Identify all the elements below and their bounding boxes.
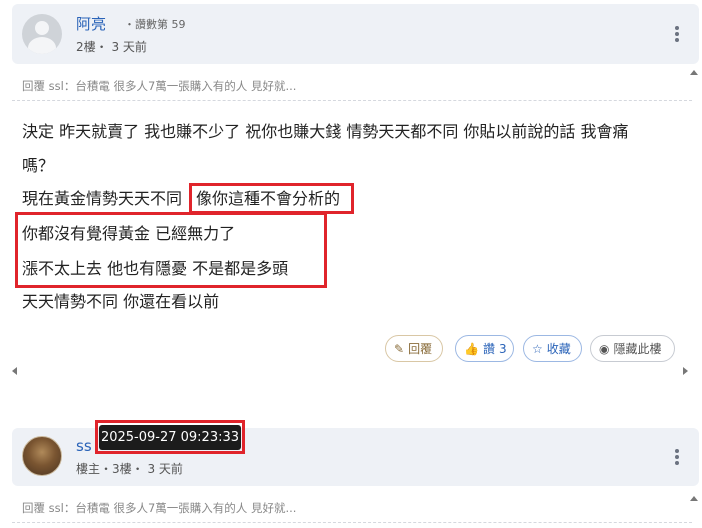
avatar-placeholder-icon [35,21,49,35]
scroll-up-arrow[interactable] [690,70,698,75]
divider [12,522,692,523]
post-meta: 2樓・ 3 天前 [76,40,147,54]
post-action-bar: ✎ 回覆 👍 讚 3 ☆ 收藏 ◉ 隱藏此樓 [0,335,702,363]
post-body-line: 漲不太上去 他也有隱憂 不是都是多頭 [22,259,289,278]
post-body-text-highlighted: 像你這種不會分析的 [196,189,341,208]
like-button[interactable]: 👍 讚 3 [455,335,514,362]
divider [12,100,692,101]
star-icon: ☆ [532,341,543,356]
post-body-line: 你都沒有覺得黃金 已經無力了 [22,224,236,243]
scroll-left-arrow[interactable] [12,367,17,375]
timestamp-tooltip: 2025-09-27 09:23:33 [99,425,241,450]
username[interactable]: ss [76,437,92,455]
thumbs-up-icon: 👍 [464,341,479,356]
reply-button[interactable]: ✎ 回覆 [385,335,443,362]
reply-quote[interactable]: 回覆 ssl：台積電 很多人7萬一張購入有的人 見好就... [22,78,296,94]
avatar[interactable] [22,436,62,476]
post-body-line: 現在黃金情勢天天不同 像你這種不會分析的 [22,189,340,209]
scroll-up-arrow[interactable] [690,496,698,501]
post-meta: 樓主・3樓・ 3 天前 [76,462,183,476]
like-count: 3 [498,341,507,356]
horizontal-scrollbar[interactable] [12,366,688,376]
user-like-rank: ・讚數第 59 [124,18,186,31]
post-header: 阿亮 ・讚數第 59 2樓・ 3 天前 [12,4,699,64]
more-options-icon[interactable] [675,26,679,42]
hide-post-button[interactable]: ◉ 隱藏此樓 [590,335,675,362]
scroll-right-arrow[interactable] [683,367,688,375]
reply-quote[interactable]: 回覆 ssl：台積電 很多人7萬一張購入有的人 見好就... [22,500,296,516]
avatar[interactable] [22,14,62,54]
favorite-button[interactable]: ☆ 收藏 [523,335,582,362]
eye-slash-icon: ◉ [599,341,610,356]
more-options-icon[interactable] [675,449,679,465]
post-body-line: 天天情勢不同 你還在看以前 [22,292,220,311]
post-body-text: 現在黃金情勢天天不同 [22,189,183,208]
post-body-line: 決定 昨天就賣了 我也賺不少了 祝你也賺大錢 情勢天天都不同 你貼以前說的話 我… [22,122,629,141]
username[interactable]: 阿亮 [76,13,106,34]
post-body-line: 嗎？ [22,156,55,175]
pencil-icon: ✎ [394,341,405,356]
